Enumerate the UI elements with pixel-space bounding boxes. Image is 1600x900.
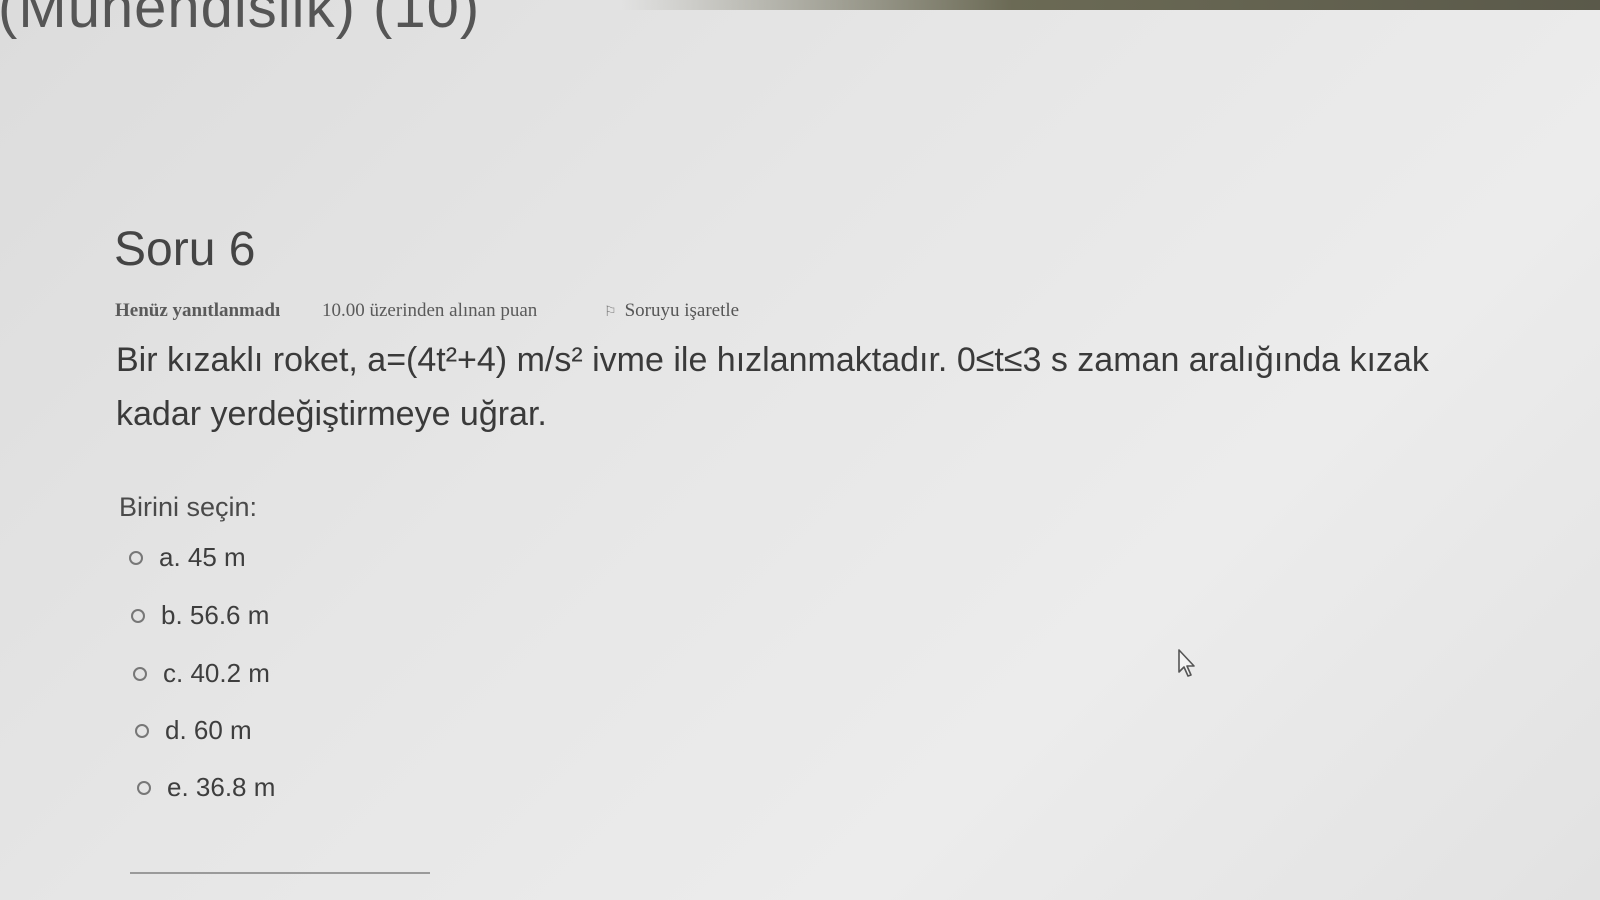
- answer-option-c[interactable]: c. 40.2 m: [133, 658, 270, 689]
- answer-option-a[interactable]: a. 45 m: [129, 542, 246, 573]
- mouse-pointer-icon: [1178, 649, 1195, 677]
- question-text: Bir kızaklı roket, a=(4t²+4) m/s² ivme i…: [116, 333, 1586, 441]
- radio-button-e[interactable]: [137, 780, 151, 795]
- radio-button-d[interactable]: [135, 723, 149, 738]
- flag-question-link[interactable]: ⚐ Soruyu işaretle: [604, 300, 739, 322]
- answer-option-label: b. 56.6 m: [161, 600, 270, 630]
- question-status: Henüz yanıtlanmadı: [115, 300, 281, 321]
- answer-option-b[interactable]: b. 56.6 m: [131, 600, 269, 631]
- divider: [130, 872, 430, 874]
- answer-option-e[interactable]: e. 36.8 m: [137, 772, 275, 803]
- answer-option-label: d. 60 m: [165, 715, 252, 745]
- question-text-line-2: kadar yerdeğiştirmeye uğrar.: [116, 395, 547, 433]
- flag-icon: ⚐: [604, 305, 617, 320]
- radio-button-b[interactable]: [131, 608, 145, 623]
- answer-option-label: a. 45 m: [159, 542, 246, 572]
- question-title: Soru 6: [114, 223, 256, 276]
- question-points: 10.00 üzerinden alınan puan: [322, 300, 538, 321]
- answer-prompt: Birini seçin:: [119, 492, 258, 522]
- radio-button-c[interactable]: [133, 666, 147, 681]
- answer-option-label: c. 40.2 m: [163, 658, 270, 688]
- top-edge: [620, 0, 1600, 10]
- answer-option-label: e. 36.8 m: [167, 772, 276, 802]
- question-text-line-1: Bir kızaklı roket, a=(4t²+4) m/s² ivme i…: [116, 341, 1429, 379]
- course-title: (Mühendislik) (10): [0, 0, 481, 40]
- radio-button-a[interactable]: [129, 550, 143, 565]
- flag-label: Soruyu işaretle: [624, 300, 740, 321]
- answer-option-d[interactable]: d. 60 m: [135, 715, 252, 746]
